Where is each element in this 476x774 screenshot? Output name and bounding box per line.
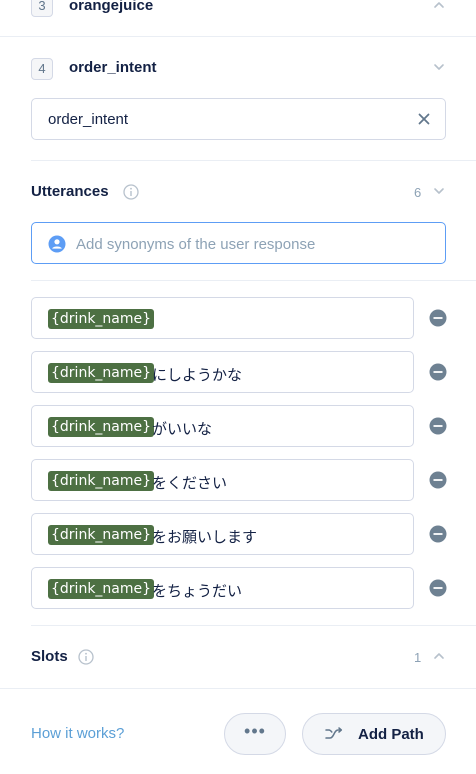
utterance-row[interactable]: {drink_name} (31, 297, 414, 339)
utterance-row[interactable]: {drink_name} をちょうだい (31, 567, 414, 609)
chevron-up-icon[interactable] (432, 649, 446, 663)
utterance-text: がいいな (152, 420, 213, 438)
utterance-row[interactable]: {drink_name} がいいな (31, 405, 414, 447)
info-icon[interactable] (78, 649, 94, 665)
utterance-text: にしようかな (152, 366, 243, 384)
divider (31, 160, 476, 161)
remove-icon[interactable] (429, 417, 447, 435)
chevron-down-icon[interactable] (432, 60, 446, 74)
utterance-text: をください (152, 474, 228, 492)
divider (31, 625, 476, 626)
slot-tag[interactable]: {drink_name} (48, 417, 155, 437)
utterance-row[interactable]: {drink_name} をお願いします (31, 513, 414, 555)
user-icon (48, 235, 66, 253)
slot-tag[interactable]: {drink_name} (48, 579, 155, 599)
how-it-works-link[interactable]: How it works? (31, 725, 124, 742)
intent-number-badge: 4 (31, 58, 53, 80)
add-path-button[interactable]: Add Path (302, 713, 446, 755)
slots-title: Slots (31, 648, 68, 665)
synonym-input-wrapper[interactable] (31, 222, 446, 264)
footer: How it works? ••• Add Path (0, 688, 476, 774)
remove-icon[interactable] (429, 471, 447, 489)
intent-name-field[interactable]: order_intent (31, 98, 446, 140)
divider (31, 280, 476, 281)
slots-count: 1 (414, 650, 422, 665)
slot-tag[interactable]: {drink_name} (48, 471, 155, 491)
intent-name: order_intent (69, 59, 157, 76)
add-path-label: Add Path (358, 726, 424, 743)
intent-name-value: order_intent (48, 111, 129, 128)
intent-item-orangejuice[interactable]: 3 orangejuice (0, 0, 476, 36)
synonym-input[interactable] (76, 233, 436, 255)
utterance-row[interactable]: {drink_name} にしようかな (31, 351, 414, 393)
chevron-down-icon[interactable] (432, 184, 446, 198)
utterances-title: Utterances (31, 183, 109, 200)
remove-icon[interactable] (429, 525, 447, 543)
intent-item-order-intent[interactable]: 4 order_intent (0, 37, 476, 87)
remove-icon[interactable] (429, 579, 447, 597)
more-button[interactable]: ••• (224, 713, 286, 755)
utterances-count: 6 (414, 185, 422, 200)
info-icon[interactable] (123, 184, 139, 200)
clear-icon[interactable] (417, 112, 431, 126)
intent-name: orangejuice (69, 0, 154, 14)
shuffle-icon (325, 727, 343, 741)
intent-number-badge: 3 (31, 0, 53, 17)
slot-tag[interactable]: {drink_name} (48, 525, 155, 545)
remove-icon[interactable] (429, 363, 447, 381)
remove-icon[interactable] (429, 309, 447, 327)
utterance-text: をちょうだい (152, 582, 243, 600)
utterance-text: をお願いします (152, 528, 258, 546)
chevron-up-icon[interactable] (432, 0, 446, 12)
utterance-row[interactable]: {drink_name} をください (31, 459, 414, 501)
slot-tag[interactable]: {drink_name} (48, 309, 155, 329)
slot-tag[interactable]: {drink_name} (48, 363, 155, 383)
